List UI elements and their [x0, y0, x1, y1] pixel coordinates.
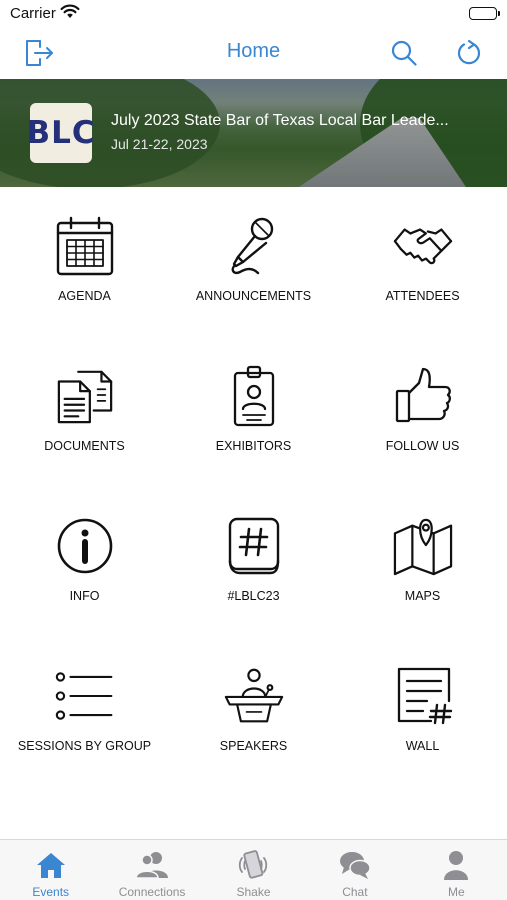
thumbs-up-icon	[393, 365, 453, 427]
tile-attendees[interactable]: ATTENDEES	[338, 187, 507, 337]
tab-chat[interactable]: Chat	[304, 840, 405, 900]
tile-label: WALL	[405, 739, 440, 753]
event-banner[interactable]: BLC July 2023 State Bar of Texas Local B…	[0, 79, 507, 187]
tile-hashtag[interactable]: #LBLC23	[169, 487, 338, 637]
shake-phone-icon	[203, 849, 304, 881]
tile-label: ANNOUNCEMENTS	[195, 289, 312, 303]
search-icon[interactable]	[387, 36, 421, 70]
tab-label: Me	[447, 885, 465, 899]
list-icon	[55, 665, 115, 727]
wifi-icon	[60, 4, 80, 24]
navigation-bar: Home	[0, 28, 507, 78]
people-icon	[101, 849, 202, 881]
tab-label: Chat	[342, 885, 368, 899]
podium-speaker-icon	[224, 665, 284, 727]
tile-sessions-by-group[interactable]: SESSIONS BY GROUP	[0, 637, 169, 787]
tab-shake[interactable]: Shake	[203, 840, 304, 900]
map-icon	[393, 515, 453, 577]
event-logo: BLC	[26, 103, 95, 163]
tile-announcements[interactable]: ANNOUNCEMENTS	[169, 187, 338, 337]
person-icon	[406, 849, 507, 881]
tab-label: Events	[32, 885, 70, 899]
tile-wall[interactable]: WALL	[338, 637, 507, 787]
tab-me[interactable]: Me	[406, 840, 507, 900]
battery-icon	[469, 7, 500, 20]
tab-label: Connections	[118, 885, 186, 899]
menu-grid: AGENDA ANNOUNCEMENTS ATTENDEES DOCUMENTS…	[0, 187, 507, 839]
info-icon	[55, 515, 115, 577]
house-icon	[0, 849, 101, 881]
tile-label: AGENDA	[58, 289, 111, 303]
tile-label: #LBLC23	[227, 589, 280, 603]
tile-agenda[interactable]: AGENDA	[0, 187, 169, 337]
tile-info[interactable]: INFO	[0, 487, 169, 637]
tile-speakers[interactable]: SPEAKERS	[169, 637, 338, 787]
id-badge-icon	[224, 365, 284, 427]
tile-label: DOCUMENTS	[44, 439, 125, 453]
tile-label: MAPS	[404, 589, 441, 603]
refresh-icon[interactable]	[452, 36, 486, 70]
tab-events[interactable]: Events	[0, 840, 101, 900]
tile-label: SESSIONS BY GROUP	[17, 739, 152, 753]
tile-documents[interactable]: DOCUMENTS	[0, 337, 169, 487]
tile-label: INFO	[69, 589, 100, 603]
handshake-icon	[393, 215, 453, 277]
documents-icon	[55, 365, 115, 427]
chat-bubbles-icon	[304, 849, 405, 881]
calendar-icon	[55, 215, 115, 277]
tab-bar: Events Connections Shake Chat Me	[0, 839, 507, 900]
tile-label: SPEAKERS	[219, 739, 288, 753]
carrier-label: Carrier	[10, 5, 56, 22]
tile-follow-us[interactable]: FOLLOW US	[338, 337, 507, 487]
tab-connections[interactable]: Connections	[101, 840, 202, 900]
wall-post-icon	[393, 665, 453, 727]
status-bar: Carrier	[0, 0, 507, 28]
hashtag-icon	[224, 515, 284, 577]
tile-exhibitors[interactable]: EXHIBITORS	[169, 337, 338, 487]
tile-label: EXHIBITORS	[215, 439, 292, 453]
event-dates: Jul 21-22, 2023	[111, 136, 208, 152]
event-title: July 2023 State Bar of Texas Local Bar L…	[111, 112, 449, 129]
page-title: Home	[226, 40, 281, 62]
tab-label: Shake	[236, 885, 271, 899]
tile-maps[interactable]: MAPS	[338, 487, 507, 637]
tile-label: ATTENDEES	[385, 289, 460, 303]
microphone-icon	[224, 215, 284, 277]
tile-label: FOLLOW US	[385, 439, 460, 453]
